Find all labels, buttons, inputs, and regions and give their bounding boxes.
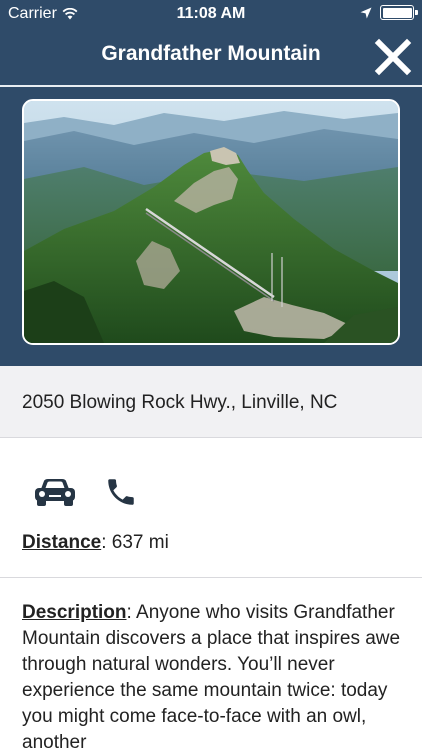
address-text[interactable]: 2050 Blowing Rock Hwy., Linville, NC [22,392,337,414]
description: Description: Anyone who visits Grandfath… [22,600,407,750]
distance-value: : 637 mi [101,532,169,553]
battery-fill [382,7,412,18]
header: Carrier 11:08 AM Grandfather Mountain [0,0,422,366]
distance-row: Distance: 637 mi [22,532,169,554]
location-arrow-icon [360,7,372,18]
close-icon[interactable] [373,37,413,77]
description-text: : Anyone who visits Grandfather Mountain… [22,602,401,750]
distance-label: Distance [22,532,102,553]
status-right [360,5,418,20]
battery-icon [380,5,418,20]
mountain-photo [22,99,400,345]
car-icon[interactable] [32,476,78,508]
page-title: Grandfather Mountain [101,42,321,65]
description-label: Description [22,602,127,623]
phone-icon[interactable] [104,475,138,509]
section-divider [0,577,422,578]
status-bar: Carrier 11:08 AM [0,0,422,28]
status-time: 11:08 AM [176,5,246,22]
action-icons [32,472,138,512]
address-band: 2050 Blowing Rock Hwy., Linville, NC [0,366,422,438]
mountain-peak-bridge-photo [24,101,398,343]
nav-divider [0,85,422,87]
